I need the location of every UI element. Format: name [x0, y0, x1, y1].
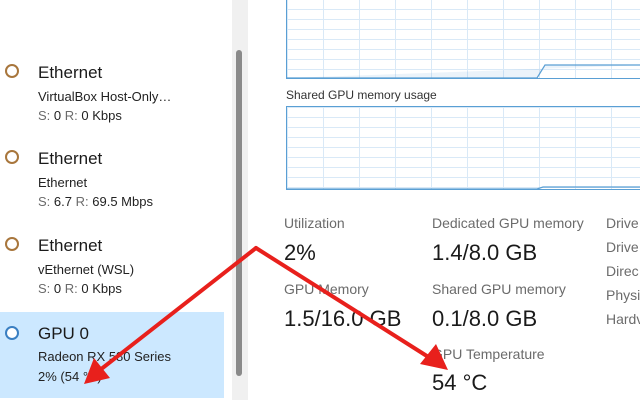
- sidebar-item-title: Ethernet: [38, 149, 103, 168]
- send-value: 0: [53, 281, 62, 296]
- device-list-pane: Ethernet VirtualBox Host-Only… S: 0 R: 0…: [0, 0, 232, 400]
- receive-value: 0 Kbps: [81, 108, 122, 123]
- receive-value: 69.5 Mbps: [92, 194, 153, 209]
- receive-value: 0 Kbps: [81, 281, 122, 296]
- gpu-temperature-value: 54 °C: [432, 370, 488, 395]
- send-label: S:: [38, 281, 51, 296]
- shared-memory-graph: [286, 106, 640, 190]
- dedicated-memory-graph-line: [287, 64, 640, 79]
- sidebar-item-title: GPU 0: [38, 324, 90, 343]
- receive-label: R:: [64, 108, 78, 123]
- gpu-memory-value: 1.5/16.0 GB: [284, 306, 402, 331]
- scrollbar-thumb[interactable]: [236, 50, 242, 376]
- sidebar-item-stats: S: 0 R: 0 Kbps: [38, 281, 122, 296]
- shared-memory-graph-line: [287, 186, 640, 190]
- sidebar-item-ethernet[interactable]: Ethernet Ethernet S: 6.7 R: 69.5 Mbps: [0, 142, 224, 214]
- directx-version-label: Direc: [606, 263, 639, 279]
- sidebar-item-subtitle: Ethernet: [38, 175, 88, 190]
- sidebar-item-subtitle: Radeon RX 580 Series: [38, 349, 171, 364]
- gpu-memory-label: GPU Memory: [284, 281, 369, 297]
- receive-label: R:: [75, 194, 89, 209]
- sidebar-item-stats: 2% (54 °C): [38, 369, 102, 384]
- sidebar-item-subtitle: vEthernet (WSL): [38, 262, 135, 277]
- utilization-value: 2%: [284, 240, 316, 265]
- ethernet-status-ring-icon: [5, 150, 19, 164]
- driver-version-label: Drive: [606, 215, 639, 231]
- sidebar-item-stats: S: 0 R: 0 Kbps: [38, 108, 122, 123]
- sidebar-item-ethernet-virtualbox[interactable]: Ethernet VirtualBox Host-Only… S: 0 R: 0…: [0, 56, 224, 128]
- driver-date-label: Drive: [606, 239, 639, 255]
- hardware-reserved-label: Hardv: [606, 311, 640, 327]
- shared-memory-value: 0.1/8.0 GB: [432, 306, 538, 331]
- utilization-label: Utilization: [284, 215, 345, 231]
- sidebar-item-gpu-0[interactable]: GPU 0 Radeon RX 580 Series 2% (54 °C): [0, 312, 224, 398]
- receive-label: R:: [64, 281, 78, 296]
- ethernet-status-ring-icon: [5, 64, 19, 78]
- dedicated-memory-value: 1.4/8.0 GB: [432, 240, 538, 265]
- gpu-status-ring-icon: [5, 326, 19, 340]
- ethernet-status-ring-icon: [5, 237, 19, 251]
- send-label: S:: [38, 108, 51, 123]
- dedicated-memory-graph: [286, 0, 640, 79]
- sidebar-item-title: Ethernet: [38, 236, 103, 255]
- send-value: 6.7: [53, 194, 72, 209]
- dedicated-memory-label: Dedicated GPU memory: [432, 215, 584, 231]
- gpu-temp-value: (54 °C): [60, 369, 102, 384]
- gpu-usage-value: 2%: [38, 369, 57, 384]
- send-label: S:: [38, 194, 51, 209]
- sidebar-item-title: Ethernet: [38, 63, 103, 82]
- sidebar-item-subtitle: VirtualBox Host-Only…: [38, 89, 172, 104]
- shared-memory-graph-label: Shared GPU memory usage: [286, 88, 437, 102]
- physical-location-label: Physi: [606, 287, 640, 303]
- sidebar-item-stats: S: 6.7 R: 69.5 Mbps: [38, 194, 153, 209]
- shared-memory-label: Shared GPU memory: [432, 281, 566, 297]
- gpu-temperature-label: GPU Temperature: [432, 346, 545, 362]
- sidebar-item-ethernet-wsl[interactable]: Ethernet vEthernet (WSL) S: 0 R: 0 Kbps: [0, 229, 224, 301]
- send-value: 0: [53, 108, 62, 123]
